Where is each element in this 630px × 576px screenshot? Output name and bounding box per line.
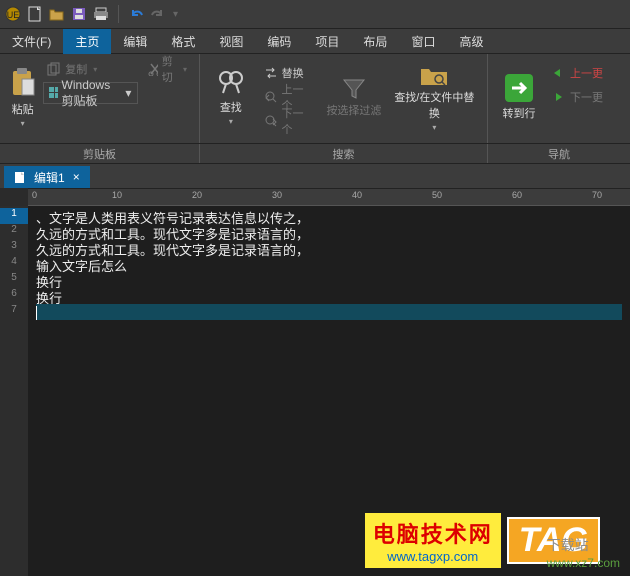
current-line[interactable] bbox=[36, 304, 622, 320]
menu-file[interactable]: 文件(F) bbox=[0, 29, 63, 54]
chevron-down-icon: ▾ bbox=[432, 123, 436, 132]
line-number[interactable]: 1 bbox=[0, 208, 28, 224]
line-number[interactable]: 7 bbox=[0, 304, 28, 320]
ruler: 0 10 20 30 40 50 60 70 bbox=[28, 188, 630, 206]
search-group-label: 搜索 bbox=[200, 144, 488, 163]
copy-label: 复制 bbox=[65, 61, 87, 77]
clipboard-combo[interactable]: Windows 剪贴板 ▾ bbox=[43, 82, 138, 104]
replace-label: 替换 bbox=[282, 65, 304, 81]
find-label: 查找 bbox=[220, 99, 242, 115]
menu-advanced[interactable]: 高级 bbox=[447, 29, 495, 54]
menu-format[interactable]: 格式 bbox=[159, 29, 207, 54]
find-next-button[interactable]: 下一个 bbox=[260, 110, 319, 132]
code-line[interactable]: 久远的方式和工具。现代文字多是记录语言的， bbox=[36, 224, 622, 240]
ribbon-group-clipboard: 粘贴 ▾ 复制▾ Windows 剪贴板 ▾ 剪切▾ bbox=[0, 54, 200, 143]
ruler-tick: 70 bbox=[592, 190, 602, 200]
open-file-icon[interactable] bbox=[48, 5, 66, 23]
menu-home[interactable]: 主页 bbox=[63, 29, 111, 54]
code-line[interactable]: 久远的方式和工具。现代文字多是记录语言的， bbox=[36, 240, 622, 256]
ruler-tick: 40 bbox=[352, 190, 362, 200]
next-edit-button[interactable]: 下一更 bbox=[548, 86, 607, 108]
watermark-site2: 下载站 www.xz7.com bbox=[547, 535, 620, 570]
watermark-site1: 电脑技术网 www.tagxp.com bbox=[365, 513, 501, 568]
watermark-site2-url: www.xz7.com bbox=[547, 556, 620, 570]
paste-label: 粘贴 bbox=[12, 101, 34, 117]
print-icon[interactable] bbox=[92, 5, 110, 23]
menu-project[interactable]: 项目 bbox=[303, 29, 351, 54]
ribbon-labels: 剪贴板 搜索 导航 bbox=[0, 144, 630, 164]
document-tab[interactable]: 编辑1 × bbox=[4, 166, 90, 188]
watermark-url: www.tagxp.com bbox=[373, 549, 493, 564]
chevron-down-icon: ▾ bbox=[229, 117, 233, 126]
ribbon: 粘贴 ▾ 复制▾ Windows 剪贴板 ▾ 剪切▾ bbox=[0, 54, 630, 144]
chevron-down-icon: ▾ bbox=[21, 119, 25, 128]
ruler-tick: 20 bbox=[192, 190, 202, 200]
prev-edit-button[interactable]: 上一更 bbox=[548, 62, 607, 84]
titlebar: UE ▾ bbox=[0, 0, 630, 28]
paste-button[interactable]: 粘贴 ▾ bbox=[8, 58, 37, 136]
menu-view[interactable]: 视图 bbox=[207, 29, 255, 54]
goto-line-button[interactable]: 转到行 bbox=[496, 58, 542, 136]
menu-window[interactable]: 窗口 bbox=[399, 29, 447, 54]
line-number[interactable]: 2 bbox=[0, 224, 28, 240]
svg-text:UE: UE bbox=[7, 10, 20, 20]
clipboard-group-label: 剪贴板 bbox=[0, 144, 200, 163]
line-number[interactable]: 4 bbox=[0, 256, 28, 272]
dropdown-arrow-icon[interactable]: ▾ bbox=[173, 9, 178, 20]
app-icon: UE bbox=[4, 5, 22, 23]
code-area[interactable]: 、文字是人类用表义符号记录表达信息以传之， 久远的方式和工具。现代文字多是记录语… bbox=[28, 206, 630, 576]
code-line[interactable]: 、文字是人类用表义符号记录表达信息以传之， bbox=[36, 208, 622, 224]
clipboard-combo-label: Windows 剪贴板 bbox=[62, 78, 120, 109]
undo-icon[interactable] bbox=[127, 5, 145, 23]
find-in-files-button[interactable]: 查找/在文件中替换 ▾ bbox=[390, 58, 479, 136]
ruler-tick: 60 bbox=[512, 190, 522, 200]
line-number[interactable]: 3 bbox=[0, 240, 28, 256]
redo-icon[interactable] bbox=[149, 5, 167, 23]
nav-group-label: 导航 bbox=[488, 144, 630, 163]
text-cursor bbox=[36, 306, 37, 320]
save-icon[interactable] bbox=[70, 5, 88, 23]
editor: 1 2 3 4 5 6 7 、文字是人类用表义符号记录表达信息以传之， 久远的方… bbox=[0, 206, 630, 576]
tab-title: 编辑1 bbox=[34, 169, 65, 186]
goto-label: 转到行 bbox=[503, 105, 536, 121]
watermark-title: 电脑技术网 bbox=[373, 517, 493, 549]
ruler-tick: 0 bbox=[32, 190, 37, 200]
tabbar: 编辑1 × bbox=[0, 164, 630, 188]
find-in-files-label: 查找/在文件中替换 bbox=[390, 89, 479, 121]
code-line[interactable]: 输入文字后怎么 bbox=[36, 256, 622, 272]
filter-label: 按选择过滤 bbox=[326, 102, 381, 118]
menu-edit[interactable]: 编辑 bbox=[111, 29, 159, 54]
code-line[interactable]: 换行 bbox=[36, 272, 622, 288]
line-number[interactable]: 6 bbox=[0, 288, 28, 304]
find-button[interactable]: 查找 ▾ bbox=[208, 58, 254, 136]
ruler-tick: 30 bbox=[272, 190, 282, 200]
ribbon-group-navigation: 转到行 上一更 下一更 bbox=[488, 54, 630, 143]
file-icon bbox=[14, 171, 26, 183]
line-gutter: 1 2 3 4 5 6 7 bbox=[0, 206, 28, 576]
code-line[interactable]: 换行 bbox=[36, 288, 622, 304]
ribbon-group-search: 查找 ▾ 替换 上一个 下一个 按选择过滤 bbox=[200, 54, 488, 143]
prev-edit-label: 上一更 bbox=[570, 65, 603, 81]
new-file-icon[interactable] bbox=[26, 5, 44, 23]
find-next-label: 下一个 bbox=[282, 105, 315, 137]
menu-layout[interactable]: 布局 bbox=[351, 29, 399, 54]
ruler-tick: 50 bbox=[432, 190, 442, 200]
cut-button[interactable]: 剪切▾ bbox=[144, 58, 191, 80]
next-edit-label: 下一更 bbox=[570, 89, 603, 105]
close-tab-icon[interactable]: × bbox=[73, 170, 80, 184]
filter-button[interactable]: 按选择过滤 bbox=[324, 58, 384, 136]
watermark-site2-name: 下载站 bbox=[547, 537, 589, 553]
windows-icon bbox=[48, 86, 57, 100]
line-number[interactable]: 5 bbox=[0, 272, 28, 288]
chevron-down-icon[interactable]: ▾ bbox=[124, 86, 133, 100]
menu-encoding[interactable]: 编码 bbox=[255, 29, 303, 54]
cut-label: 剪切 bbox=[162, 53, 177, 85]
separator bbox=[118, 5, 119, 23]
menubar: 文件(F) 主页 编辑 格式 视图 编码 项目 布局 窗口 高级 bbox=[0, 28, 630, 54]
ruler-tick: 10 bbox=[112, 190, 122, 200]
